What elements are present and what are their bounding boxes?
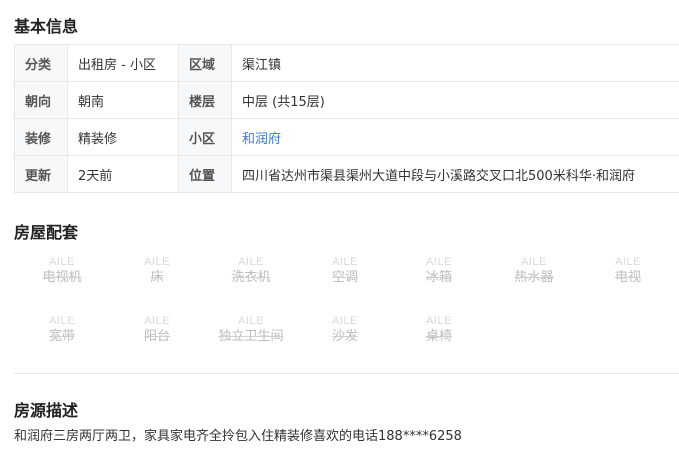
balcony-icon: AILE — [144, 315, 170, 327]
category-label: 分类 — [14, 44, 68, 82]
floor-value: 中层 (共15层) — [231, 81, 679, 119]
amenity-label: 阳台 — [143, 329, 170, 344]
amenity-broadband: AILE 宽带 — [22, 314, 102, 358]
basic-info-title: 基本信息 — [14, 17, 79, 36]
description-title: 房源描述 — [14, 401, 79, 420]
amenity-label: 冰箱 — [425, 270, 452, 285]
floor-label: 楼层 — [178, 81, 232, 119]
amenity-table-chair: AILE 桌椅 — [399, 314, 479, 358]
amenity-label: 热水器 — [514, 270, 554, 285]
location-value: 四川省达州市渠县渠州大道中段与小溪路交叉口北500米科华·和润府 — [231, 155, 679, 193]
washing-machine-icon: AILE — [238, 256, 264, 268]
amenity-label: 床 — [150, 270, 164, 285]
amenity-balcony: AILE 阳台 — [117, 314, 197, 358]
air-conditioner-icon: AILE — [332, 256, 358, 268]
decoration-label: 装修 — [14, 118, 68, 156]
amenities-title: 房屋配套 — [14, 223, 79, 242]
amenity-label: 沙发 — [331, 329, 358, 344]
community-label: 小区 — [178, 118, 232, 156]
amenity-tv: AILE 电视机 — [22, 255, 102, 299]
broadband-icon: AILE — [49, 315, 75, 327]
updated-value: 2天前 — [67, 155, 179, 193]
tv-icon: AILE — [49, 256, 75, 268]
amenity-water-heater: AILE 热水器 — [494, 255, 574, 299]
amenity-bed: AILE 床 — [117, 255, 197, 299]
location-label: 位置 — [178, 155, 232, 193]
category-value: 出租房 - 小区 — [67, 44, 179, 82]
updated-label: 更新 — [14, 155, 68, 193]
amenity-label: 独立卫生间 — [218, 329, 284, 344]
table-row: 装修 精装修 小区 和润府 — [14, 118, 679, 156]
basic-info-table: 分类 出租房 - 小区 区域 渠江镇 朝向 朝南 楼层 中层 (共15层) 装修… — [14, 44, 679, 193]
district-label: 区域 — [178, 44, 232, 82]
district-value: 渠江镇 — [231, 44, 679, 82]
table-row: 分类 出租房 - 小区 区域 渠江镇 — [14, 44, 679, 82]
television-icon: AILE — [615, 256, 641, 268]
bed-icon: AILE — [144, 256, 170, 268]
sofa-icon: AILE — [332, 315, 358, 327]
amenity-label: 电视 — [614, 270, 641, 285]
table-chair-icon: AILE — [426, 315, 452, 327]
amenity-fridge: AILE 冰箱 — [399, 255, 479, 299]
orientation-value: 朝南 — [67, 81, 179, 119]
table-row: 朝向 朝南 楼层 中层 (共15层) — [14, 81, 679, 119]
description-text: 和润府三房两厅两卫，家具家电齐全拎包入住精装修喜欢的电话188****6258 — [14, 429, 462, 444]
amenity-label: 宽带 — [48, 329, 75, 344]
amenity-label: 空调 — [331, 270, 358, 285]
decoration-value: 精装修 — [67, 118, 179, 156]
fridge-icon: AILE — [426, 256, 452, 268]
bathroom-icon: AILE — [238, 315, 264, 327]
table-row: 更新 2天前 位置 四川省达州市渠县渠州大道中段与小溪路交叉口北500米科华·和… — [14, 155, 679, 193]
section-divider — [14, 373, 679, 374]
water-heater-icon: AILE — [521, 256, 547, 268]
amenity-sofa: AILE 沙发 — [305, 314, 385, 358]
amenity-washing-machine: AILE 洗衣机 — [211, 255, 291, 299]
amenity-label: 电视机 — [42, 270, 82, 285]
community-link[interactable]: 和润府 — [231, 118, 679, 156]
amenity-television: AILE 电视 — [588, 255, 668, 299]
amenity-label: 桌椅 — [425, 329, 452, 344]
amenity-bathroom: AILE 独立卫生间 — [211, 314, 291, 358]
amenity-air-conditioner: AILE 空调 — [305, 255, 385, 299]
amenity-label: 洗衣机 — [231, 270, 271, 285]
orientation-label: 朝向 — [14, 81, 68, 119]
